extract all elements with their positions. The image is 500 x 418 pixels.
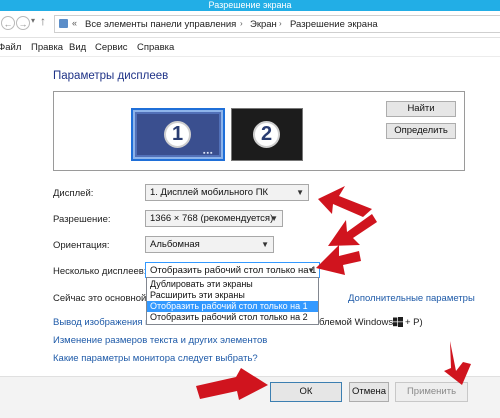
annotation-arrow-multiple-icon <box>316 245 361 275</box>
annotation-arrow-ok-icon <box>196 368 268 400</box>
annotation-arrow-apply-icon <box>444 341 471 385</box>
annotation-arrow-orientation-icon <box>328 214 377 246</box>
annotation-arrow-display-icon <box>318 186 372 217</box>
annotation-arrows <box>196 186 471 400</box>
